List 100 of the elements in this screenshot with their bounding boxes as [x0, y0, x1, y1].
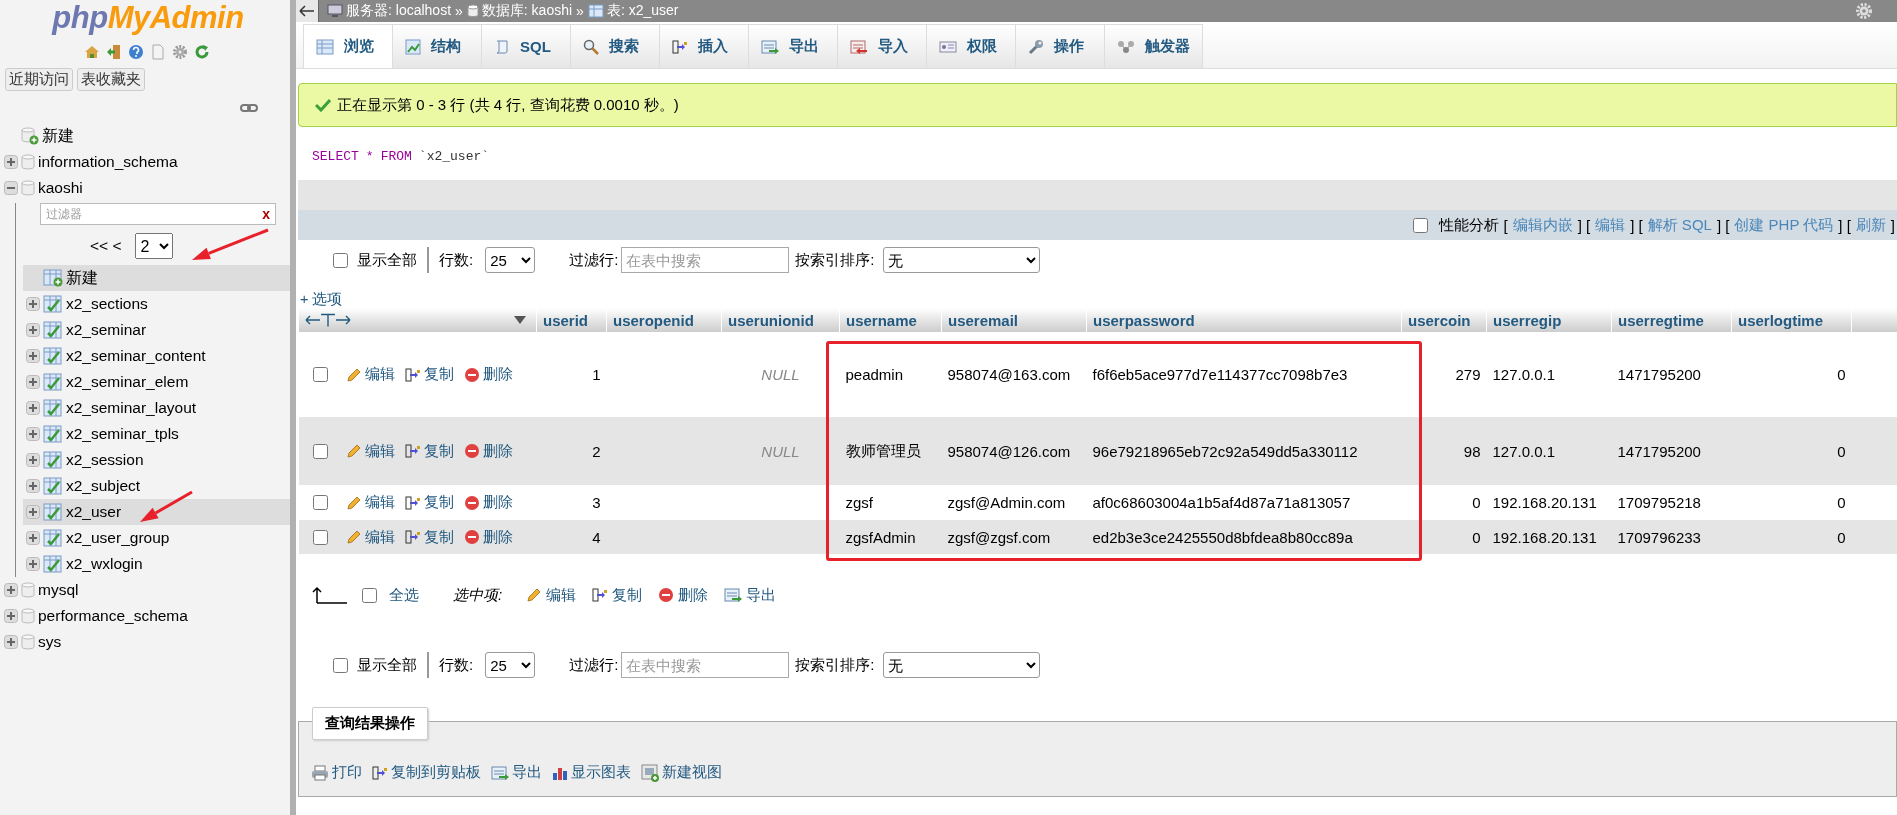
action-link[interactable]: 导出	[491, 763, 542, 782]
sort-select[interactable]: 无	[882, 247, 1040, 273]
link-icon[interactable]	[240, 103, 258, 113]
tab[interactable]: 导出	[748, 24, 838, 68]
row-checkbox[interactable]	[312, 443, 328, 459]
copy-link[interactable]: 复制	[404, 365, 454, 384]
search-field[interactable]: 在表中搜索	[621, 652, 790, 678]
expand-icon[interactable]	[4, 583, 18, 597]
expand-icon[interactable]	[26, 401, 40, 415]
expand-icon[interactable]	[4, 609, 18, 623]
row-checkbox[interactable]	[312, 529, 328, 545]
expand-icon[interactable]	[26, 297, 40, 311]
tab[interactable]: 结构	[392, 24, 482, 68]
collapse-icon[interactable]	[4, 181, 18, 195]
edit-link[interactable]: 编辑	[345, 365, 395, 384]
expand-icon[interactable]	[26, 349, 40, 363]
expand-icon[interactable]	[26, 427, 40, 441]
select-all-link[interactable]: 全选	[389, 585, 419, 605]
breadcrumb-link[interactable]: 表: x2_user	[606, 2, 679, 20]
tree-item[interactable]: x2_seminar_elem	[23, 369, 290, 395]
action-link[interactable]: 复制到剪贴板	[372, 763, 481, 782]
edit-link[interactable]: 编辑	[526, 585, 577, 605]
checkbox[interactable]	[333, 657, 348, 673]
search-icon	[583, 38, 599, 55]
breadcrumb-link[interactable]: 数据库: kaoshi	[481, 2, 573, 20]
tree-item[interactable]: x2_seminar_tpls	[23, 421, 290, 447]
tree-item[interactable]: 新建	[4, 123, 290, 149]
search-field[interactable]: 在表中搜索	[621, 247, 790, 273]
tree-item[interactable]: sys	[4, 629, 290, 655]
checkbox[interactable]	[333, 252, 348, 268]
tree-item[interactable]: x2_seminar_content	[23, 343, 290, 369]
tab[interactable]: 导入	[837, 24, 927, 68]
sidebar-tab-button[interactable]: 近期访问	[5, 68, 73, 91]
rows-select[interactable]: 25	[485, 652, 536, 678]
tab[interactable]: 触发器	[1104, 24, 1203, 68]
expand-icon[interactable]	[26, 375, 40, 389]
action-link[interactable]: 显示图表	[552, 763, 631, 782]
tree-item[interactable]: x2_sections	[23, 291, 290, 317]
copy-link[interactable]: 复制	[404, 441, 454, 461]
expand-icon[interactable]	[26, 479, 40, 493]
house-icon[interactable]	[84, 44, 100, 60]
delete-link[interactable]: 删除	[658, 585, 709, 605]
sidebar-tab-button[interactable]: 表收藏夹	[77, 68, 145, 91]
tab[interactable]: 搜索	[570, 24, 660, 68]
tree-item[interactable]: performance_schema	[4, 603, 290, 629]
page-select[interactable]: 2	[135, 233, 174, 259]
checkbox[interactable]	[362, 587, 377, 603]
rows-select[interactable]: 25	[485, 247, 536, 273]
sort-select[interactable]: 无	[882, 652, 1040, 678]
column-arrows-icon[interactable]	[305, 313, 351, 327]
delete-link[interactable]: 删除	[463, 493, 513, 512]
tree-item[interactable]: information_schema	[4, 149, 290, 175]
expand-icon[interactable]	[26, 323, 40, 337]
expand-icon[interactable]	[4, 635, 18, 649]
row-checkbox[interactable]	[312, 495, 328, 510]
settings-icon[interactable]	[172, 44, 188, 60]
tree-item[interactable]: x2_user	[23, 499, 290, 525]
filter-field[interactable]: 过滤器 x	[40, 203, 276, 225]
expand-icon[interactable]	[26, 505, 40, 519]
delete-link[interactable]: 删除	[463, 441, 513, 461]
row-checkbox[interactable]	[312, 367, 328, 382]
export-link[interactable]: 导出	[724, 585, 777, 605]
edit-link[interactable]: 编辑	[345, 493, 395, 512]
delete-link[interactable]: 删除	[463, 527, 513, 547]
copy-link[interactable]: 复制	[592, 585, 643, 605]
tree-item[interactable]: x2_seminar_layout	[23, 395, 290, 421]
breadcrumb-link[interactable]: 服务器: localhost	[346, 2, 452, 20]
action-link[interactable]: 打印	[311, 763, 362, 782]
tab[interactable]: 操作	[1015, 24, 1105, 68]
edit-link[interactable]: 编辑	[345, 527, 395, 547]
tab[interactable]: 权限	[926, 24, 1016, 68]
clear-button[interactable]: x	[262, 206, 270, 222]
dropdown-icon[interactable]	[514, 316, 526, 324]
tree-item[interactable]: x2_wxlogin	[23, 551, 290, 577]
tree-item[interactable]: x2_subject	[23, 473, 290, 499]
copy-link[interactable]: 复制	[404, 527, 454, 547]
previous-page-link[interactable]: << <	[90, 237, 122, 255]
action-link[interactable]: 新建视图	[641, 763, 722, 782]
tab[interactable]: 插入	[659, 24, 749, 68]
expand-icon[interactable]	[26, 557, 40, 571]
tree-item[interactable]: x2_session	[23, 447, 290, 473]
copy-link[interactable]: 复制	[404, 493, 454, 512]
expand-icon[interactable]	[4, 155, 18, 169]
tab[interactable]: 浏览	[303, 24, 393, 68]
options-link[interactable]: + 选项	[298, 290, 343, 308]
tree-item[interactable]: x2_user_group	[23, 525, 290, 551]
tree-item[interactable]: x2_seminar	[23, 317, 290, 343]
expand-icon[interactable]	[26, 453, 40, 467]
door-icon[interactable]	[106, 44, 122, 60]
help-icon[interactable]	[128, 44, 144, 60]
tab[interactable]: SQL	[481, 24, 571, 68]
tree-item[interactable]: mysql	[4, 577, 290, 603]
edit-link[interactable]: 编辑	[345, 441, 395, 461]
tree-item[interactable]: 新建	[23, 265, 290, 291]
reload-icon[interactable]	[194, 44, 210, 60]
expand-icon[interactable]	[26, 531, 40, 545]
tree-item[interactable]: kaoshi	[4, 175, 290, 201]
back-arrow-icon[interactable]	[299, 5, 315, 17]
checkbox[interactable]	[1412, 217, 1428, 233]
delete-link[interactable]: 删除	[463, 365, 513, 384]
